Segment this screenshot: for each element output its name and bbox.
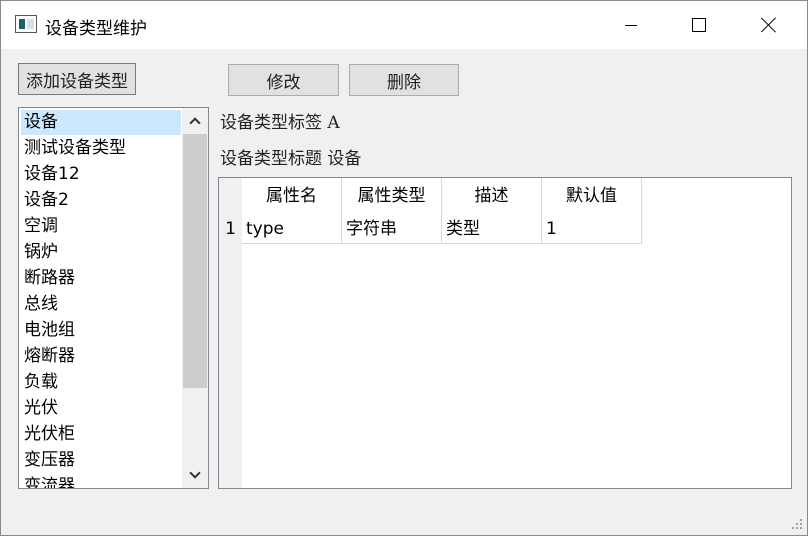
resize-grip-icon[interactable] — [791, 518, 803, 530]
close-button[interactable] — [735, 1, 803, 49]
window-title: 设备类型维护 — [45, 19, 147, 39]
list-item[interactable]: 设备12 — [21, 162, 181, 187]
list-item[interactable]: 变压器 — [21, 448, 181, 473]
list-item[interactable]: 总线 — [21, 292, 181, 317]
list-item[interactable]: 熔断器 — [21, 344, 181, 369]
column-header[interactable]: 描述 — [442, 178, 542, 214]
device-type-tag-label: 设备类型标签 A — [220, 113, 340, 133]
column-header[interactable]: 属性名 — [242, 178, 342, 214]
chevron-down-icon — [189, 467, 201, 479]
table-cell[interactable]: 类型 — [442, 214, 542, 244]
column-header[interactable]: 属性类型 — [342, 178, 442, 214]
list-item[interactable]: 测试设备类型 — [21, 136, 181, 161]
device-type-list[interactable]: 设备 测试设备类型 设备12 设备2 空调 锅炉 断路器 总线 电池组 熔断器 负载 光伏 光伏柜 变压器… — [18, 107, 209, 489]
column-header[interactable]: 默认值 — [542, 178, 642, 214]
list-item[interactable]: 空调 — [21, 214, 181, 239]
chevron-up-icon — [189, 117, 201, 129]
title-bar[interactable]: 设备类型维护 — [1, 1, 807, 49]
table-cell[interactable]: type — [242, 214, 342, 244]
row-number[interactable]: 1 — [219, 214, 242, 244]
list-item[interactable]: 电池组 — [21, 318, 181, 343]
scroll-down-button[interactable] — [182, 462, 208, 488]
edit-button[interactable]: 修改 — [228, 64, 339, 96]
list-item[interactable]: 设备2 — [21, 188, 181, 213]
list-item[interactable]: 断路器 — [21, 266, 181, 291]
minimize-icon — [625, 24, 637, 26]
table-cell[interactable]: 1 — [542, 214, 642, 244]
device-type-maintenance-window: 设备类型维护 添加设备类型 修改 删除 设备 测试设备类型 设备12 设备2 空调 锅炉断… — [0, 0, 808, 536]
list-scrollbar[interactable] — [182, 108, 208, 488]
minimize-button[interactable] — [597, 1, 665, 49]
app-icon — [15, 15, 37, 33]
maximize-icon — [692, 18, 706, 32]
list-item[interactable]: 光伏柜 — [21, 422, 181, 447]
attributes-table-body: 属性名 属性类型 描述 默认值 type 字符串 类型 1 — [242, 178, 791, 488]
scroll-up-button[interactable] — [182, 108, 208, 134]
delete-button[interactable]: 删除 — [349, 64, 459, 96]
maximize-button[interactable] — [665, 1, 733, 49]
list-item[interactable]: 光伏 — [21, 396, 181, 421]
list-item[interactable]: 变流器 — [21, 474, 181, 488]
list-item[interactable]: 负载 — [21, 370, 181, 395]
attributes-table[interactable]: 1 属性名 属性类型 描述 默认值 type 字符串 类型 1 — [218, 177, 792, 489]
scrollbar-thumb[interactable] — [183, 134, 207, 388]
close-icon — [761, 17, 777, 33]
add-device-type-button[interactable]: 添加设备类型 — [18, 63, 136, 95]
device-type-title-label: 设备类型标题 设备 — [220, 149, 362, 169]
list-item[interactable]: 锅炉 — [21, 240, 181, 265]
table-cell[interactable]: 字符串 — [342, 214, 442, 244]
list-item[interactable]: 设备 — [21, 110, 181, 135]
